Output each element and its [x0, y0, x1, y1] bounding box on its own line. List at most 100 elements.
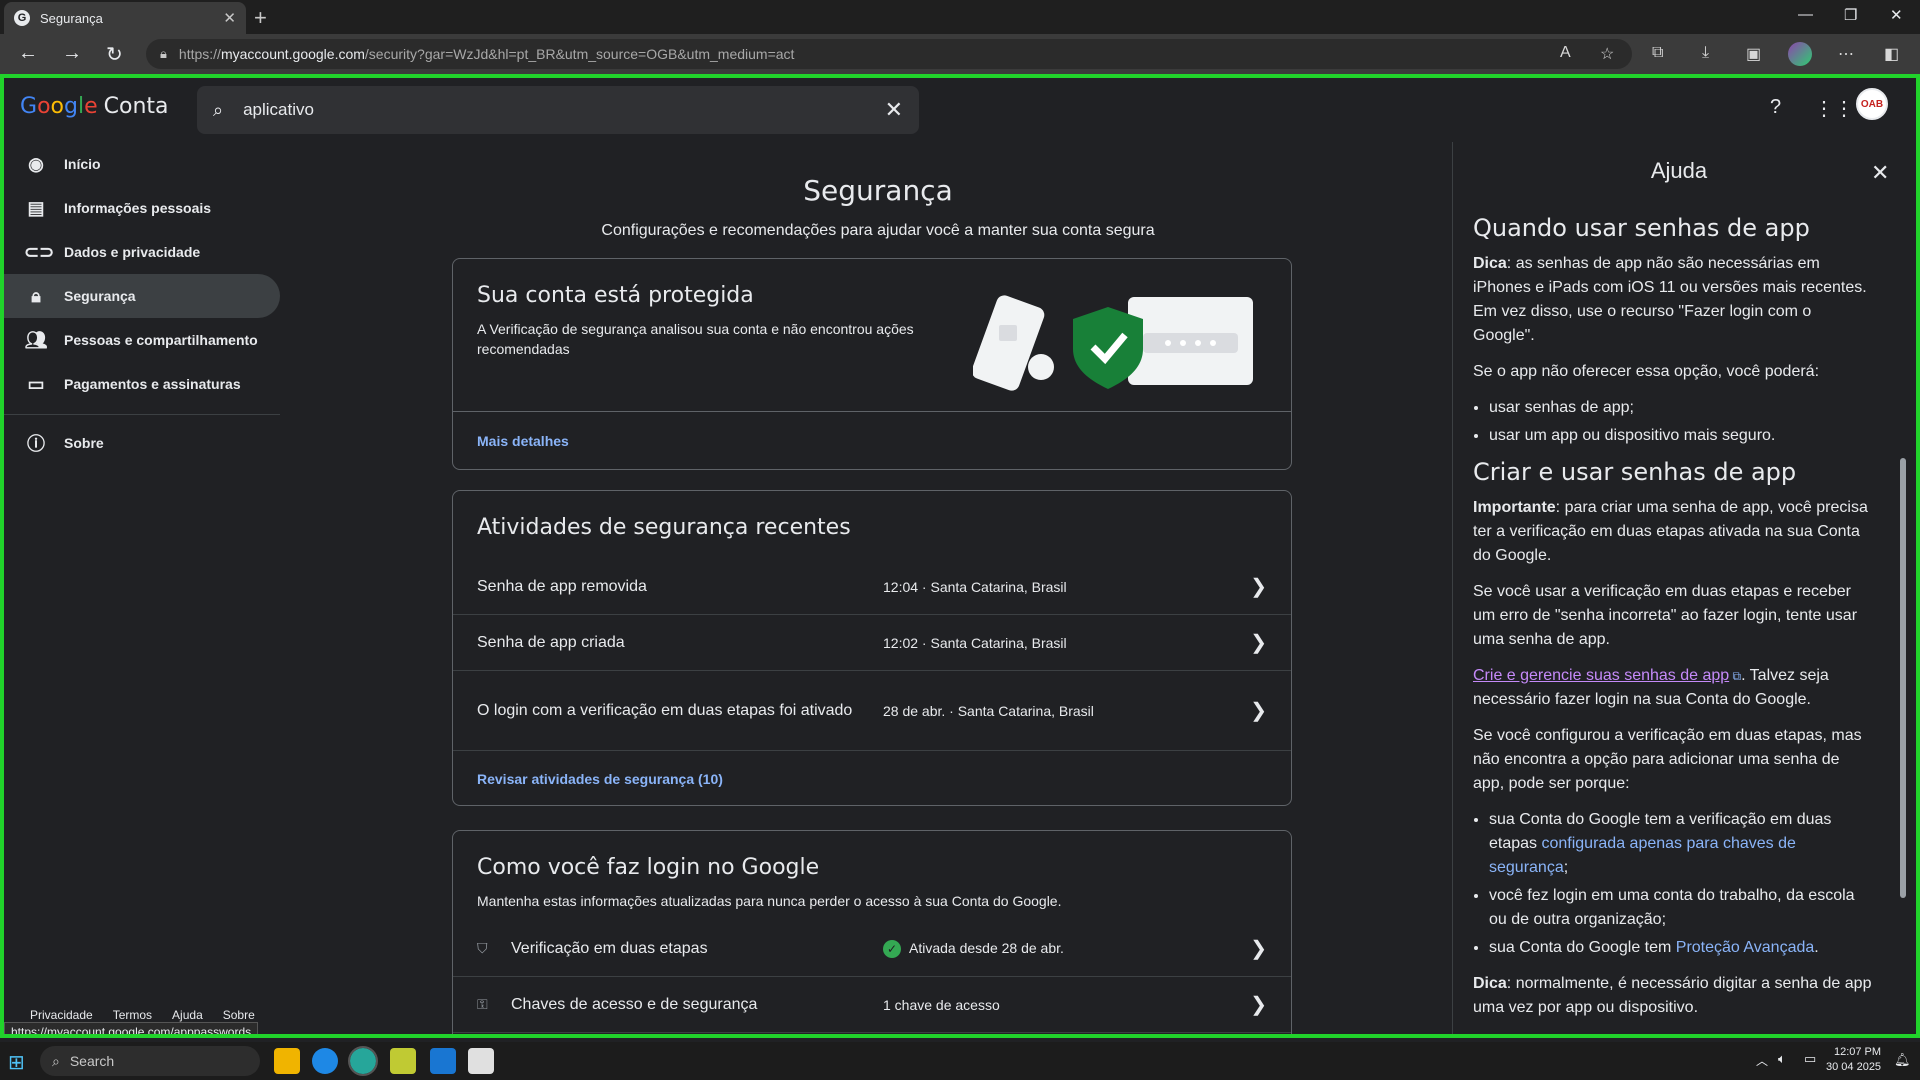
new-tab-icon[interactable]: +	[254, 5, 267, 31]
sidebar-item-dados[interactable]: ⊂⊃ Dados e privacidade	[4, 230, 280, 274]
browser-tabbar: G Segurança ✕ + — ❐ ✕	[0, 0, 1920, 34]
check-circle-icon: ✓	[883, 939, 901, 958]
tab-title: Segurança	[40, 10, 103, 26]
account-header: Google Conta ⌕ aplicativo ✕ ? ⋮⋮⋮ OAB	[4, 78, 1904, 142]
browser-profile-icon[interactable]	[1788, 42, 1812, 66]
display-icon[interactable]: ▭	[1804, 1051, 1816, 1067]
chevron-right-icon: ❯	[1250, 576, 1267, 598]
more-details-link[interactable]: Mais detalhes	[477, 433, 569, 449]
help-heading: Criar e usar senhas de app	[1473, 458, 1797, 486]
footer-link-ajuda[interactable]: Ajuda	[172, 1008, 203, 1022]
card-description: A Verificação de segurança analisou sua …	[477, 321, 914, 357]
browser-toolbar: ← → ↻ 🔒︎ https://myaccount.google.com/se…	[0, 34, 1920, 74]
taskbar-search[interactable]: ⌕ Search	[40, 1046, 260, 1076]
site-info-icon[interactable]: 🔒︎	[160, 46, 167, 62]
back-icon[interactable]: ←	[18, 42, 38, 65]
google-favicon-icon: G	[14, 10, 30, 26]
downloads-icon[interactable]: ⤓	[1702, 44, 1709, 62]
restore-icon[interactable]: ❐	[1844, 6, 1857, 24]
avatar[interactable]: OAB	[1856, 88, 1888, 120]
card-description: Mantenha estas informações atualizadas p…	[477, 893, 1062, 909]
sidebar-item-pessoas[interactable]: 👥︎ Pessoas e compartilhamento	[4, 318, 280, 362]
footer-link-privacidade[interactable]: Privacidade	[30, 1008, 93, 1022]
logo-letter: e	[84, 94, 98, 119]
footer-links: Privacidade Termos Ajuda Sobre	[30, 1008, 255, 1022]
signin-option-row[interactable]: ⚿ Chaves de acesso e de segurança 1 chav…	[453, 977, 1291, 1033]
google-account-logo[interactable]: Google Conta	[20, 94, 169, 119]
lock-icon: 🔒︎	[31, 285, 41, 306]
close-window-icon[interactable]: ✕	[1890, 6, 1903, 24]
paragraph-text: : as senhas de app não são necessárias e…	[1473, 255, 1867, 344]
page-title: Segurança	[803, 174, 953, 207]
vscode-icon[interactable]	[430, 1048, 456, 1074]
more-options-icon[interactable]: ⋯	[1838, 44, 1854, 64]
external-link-icon: ⧉	[1729, 669, 1742, 683]
activity-row[interactable]: O login com a verificação em duas etapas…	[453, 671, 1291, 751]
edge-active-icon[interactable]	[348, 1046, 378, 1076]
create-app-passwords-link[interactable]: Crie e gerencie suas senhas de app	[1473, 667, 1729, 684]
logo-letter: g	[64, 94, 78, 119]
activity-row[interactable]: Senha de app removida 12:04 · Santa Cata…	[453, 559, 1291, 615]
toggle-icon: ⊂⊃	[24, 241, 55, 262]
chevron-right-icon: ❯	[1250, 632, 1267, 654]
help-paragraph: Se você usar a verificação em duas etapa…	[1473, 583, 1858, 648]
volume-icon[interactable]: 🔈︎	[1778, 1051, 1786, 1067]
forward-icon[interactable]: →	[62, 42, 82, 65]
logo-suffix: Conta	[103, 94, 169, 119]
close-help-icon[interactable]: ✕	[1871, 160, 1889, 186]
footer-link-termos[interactable]: Termos	[113, 1008, 152, 1022]
footer-link-sobre[interactable]: Sobre	[223, 1008, 255, 1022]
reload-icon[interactable]: ↻	[106, 42, 123, 67]
help-panel-title: Ajuda	[1650, 158, 1708, 183]
bold-label: Importante	[1473, 499, 1556, 516]
clear-search-icon[interactable]: ✕	[885, 97, 903, 123]
help-paragraph: Importante: para criar uma senha de app,…	[1473, 496, 1873, 568]
windows-start-icon[interactable]: ⊞	[8, 1050, 25, 1075]
minimize-icon[interactable]: —	[1798, 6, 1813, 23]
sidebar-toggle-icon[interactable]: ◧	[1884, 44, 1899, 64]
how-you-sign-in-card: Como você faz login no Google Mantenha e…	[452, 830, 1292, 1034]
help-paragraph: Dica: normalmente, é necessário digitar …	[1473, 972, 1873, 1020]
search-icon: ⌕	[213, 99, 224, 120]
sidebar-item-pagamentos[interactable]: ▭ Pagamentos e assinaturas	[4, 362, 280, 406]
search-input[interactable]: aplicativo	[243, 100, 884, 120]
favorite-star-icon[interactable]: ☆	[1600, 44, 1614, 64]
notifications-icon[interactable]: 🔔︎	[1894, 1052, 1911, 1068]
file-explorer-icon[interactable]	[274, 1048, 300, 1074]
close-tab-icon[interactable]: ✕	[223, 9, 236, 27]
sidebar-item-inicio[interactable]: ◉ Início	[4, 142, 280, 186]
app-window-icon[interactable]	[468, 1048, 494, 1074]
help-scrollbar[interactable]	[1898, 208, 1908, 908]
edge-icon[interactable]	[312, 1048, 338, 1074]
scrollbar-thumb[interactable]	[1900, 458, 1906, 898]
url-host: myaccount.google.com	[220, 46, 365, 62]
sidebar-item-informacoes[interactable]: ▤ Informações pessoais	[4, 186, 280, 230]
taskbar-clock[interactable]: 12:07 PM 30 04 2025	[1826, 1045, 1881, 1075]
signin-option-row[interactable]: ⛉ Verificação em duas etapas ✓ Ativada de…	[453, 921, 1291, 977]
sidebar-item-label: Pessoas e compartilhamento	[64, 332, 258, 348]
status-text: Ativada desde 28 de abr.	[909, 939, 1064, 956]
help-panel: Ajuda ✕ Quando usar senhas de app Dica: …	[1452, 142, 1904, 1034]
activity-meta: 12:02 · Santa Catarina, Brasil	[883, 634, 1067, 651]
account-protected-card: Sua conta está protegida A Verificação d…	[452, 258, 1292, 470]
sidebar-item-sobre[interactable]: ⓘ Sobre	[4, 421, 280, 465]
account-search-box[interactable]: ⌕ aplicativo ✕	[197, 86, 919, 134]
person-circle-icon: ◉	[28, 153, 44, 174]
list-item: usar senhas de app;	[1489, 396, 1873, 420]
browser-tab[interactable]: G Segurança ✕	[4, 2, 246, 34]
list-item: usar um app ou dispositivo mais seguro.	[1489, 424, 1873, 448]
read-aloud-icon[interactable]: A	[1560, 44, 1571, 62]
sidebar-item-seguranca[interactable]: 🔒︎ Segurança	[4, 274, 280, 318]
help-icon[interactable]: ?	[1770, 96, 1781, 119]
sidebar-item-label: Pagamentos e assinaturas	[64, 376, 241, 392]
address-bar[interactable]: 🔒︎ https://myaccount.google.com/security…	[146, 39, 1632, 69]
collections-icon[interactable]: ▣	[1746, 44, 1761, 64]
app-icon[interactable]	[390, 1048, 416, 1074]
tray-chevron-icon[interactable]: ︿	[1756, 1052, 1768, 1069]
extensions-icon[interactable]: ⧉	[1652, 44, 1663, 62]
review-security-activity-link[interactable]: Revisar atividades de segurança (10)	[477, 771, 723, 787]
advanced-protection-link[interactable]: Proteção Avançada	[1676, 939, 1814, 956]
activity-row[interactable]: Senha de app criada 12:02 · Santa Catari…	[453, 615, 1291, 671]
chevron-right-icon: ❯	[1250, 938, 1267, 960]
list-text: ;	[1563, 859, 1569, 876]
